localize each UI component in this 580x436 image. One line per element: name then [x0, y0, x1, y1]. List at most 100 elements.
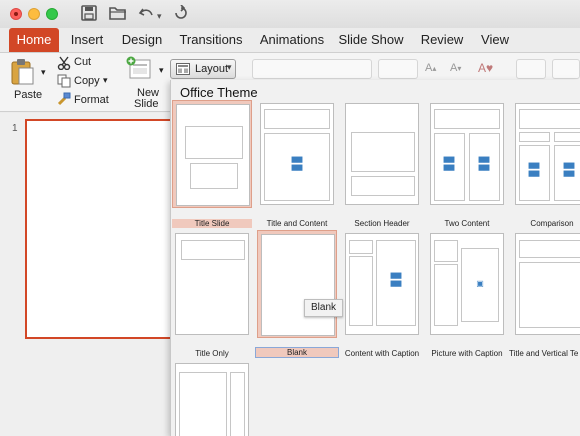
title-placeholder [181, 240, 245, 260]
layout-label-title-slide[interactable]: Title Slide [172, 219, 252, 228]
tab-transitions[interactable]: Transitions [176, 28, 246, 52]
layout-icon [176, 63, 190, 78]
layout-button[interactable]: Layout ▾ [170, 59, 236, 79]
content-insert-icon: ▆▆ ▆▆ [291, 156, 303, 171]
layout-label-comparison[interactable]: Comparison [512, 219, 580, 228]
layout-title-and-content[interactable]: ▆▆ ▆▆ [257, 100, 337, 208]
format-painter-icon[interactable] [57, 92, 71, 109]
copy-label[interactable]: Copy [74, 75, 100, 87]
font-size-box[interactable] [378, 59, 418, 79]
content-insert-icon: ▆▆ ▆▆ [443, 156, 455, 171]
layout-title-and-vertical-text[interactable] [512, 230, 580, 338]
decrease-font-icon[interactable]: A▾ [450, 62, 461, 74]
new-slide-icon[interactable] [126, 56, 152, 83]
numbering-button[interactable] [552, 59, 580, 79]
title-placeholder [185, 126, 243, 159]
layout-thumb [345, 103, 419, 205]
layout-label-content-with-caption[interactable]: Content with Caption [341, 349, 423, 358]
undo-dropdown-icon[interactable]: ▾ [157, 7, 162, 25]
title-placeholder [434, 109, 500, 129]
vertical-text-placeholder [519, 262, 580, 328]
tab-view[interactable]: View [478, 28, 512, 52]
paste-icon[interactable] [10, 57, 36, 88]
layout-picture-with-caption[interactable]: ▣ [427, 230, 507, 338]
layout-two-content[interactable]: ▆▆ ▆▆ ▆▆ ▆▆ [427, 100, 507, 208]
layout-label: Layout [195, 63, 229, 75]
title-placeholder [264, 109, 330, 129]
layout-thumb: ▆▆ ▆▆ ▆▆ ▆▆ [515, 103, 580, 205]
layout-label-title-only[interactable]: Title Only [172, 349, 252, 358]
text-placeholder [351, 176, 415, 196]
layout-label-section-header[interactable]: Section Header [342, 219, 422, 228]
tab-slide-show[interactable]: Slide Show [338, 28, 404, 52]
content-insert-icon: ▆▆ ▆▆ [563, 162, 575, 177]
layout-label-two-content[interactable]: Two Content [427, 219, 507, 228]
increase-font-icon[interactable]: A▴ [425, 62, 436, 74]
layout-vertical-title-and-text[interactable] [172, 360, 252, 436]
clear-formatting-icon[interactable]: A♥ [478, 61, 493, 75]
caption-placeholder [349, 256, 373, 326]
zoom-window-button[interactable] [46, 8, 58, 20]
title-placeholder [519, 109, 580, 129]
layout-content-with-caption[interactable]: ▆▆ ▆▆ [342, 230, 422, 338]
minimize-window-button[interactable] [28, 8, 40, 20]
title-placeholder [351, 132, 415, 172]
bullets-button[interactable] [516, 59, 546, 79]
picture-icon: ▣ [476, 279, 484, 288]
layout-thumb: ▆▆ ▆▆ ▆▆ ▆▆ [430, 103, 504, 205]
title-placeholder [349, 240, 373, 254]
gallery-title: Office Theme [180, 85, 258, 100]
layout-thumb: ▆▆ ▆▆ [260, 103, 334, 205]
font-name-box[interactable] [252, 59, 372, 79]
copy-dropdown-icon[interactable]: ▾ [103, 75, 108, 86]
layout-label-blank[interactable]: Blank [255, 347, 339, 358]
content-insert-icon: ▆▆ ▆▆ [478, 156, 490, 171]
layout-label-picture-with-caption[interactable]: Picture with Caption [424, 349, 510, 358]
layout-section-header[interactable] [342, 100, 422, 208]
scissors-icon[interactable] [57, 56, 71, 73]
tab-home[interactable]: Home [9, 28, 59, 52]
new-slide-dropdown-icon[interactable]: ▾ [159, 65, 164, 76]
open-folder-icon[interactable] [109, 5, 127, 26]
layout-title-slide[interactable] [172, 100, 252, 208]
redo-icon[interactable] [173, 4, 189, 26]
layout-comparison[interactable]: ▆▆ ▆▆ ▆▆ ▆▆ [512, 100, 580, 208]
vertical-title-placeholder [230, 372, 245, 436]
layout-thumb [175, 233, 249, 335]
paste-dropdown-icon[interactable]: ▾ [41, 67, 46, 78]
cut-label[interactable]: Cut [74, 56, 91, 68]
ribbon-tabs: Home Insert Design Transitions Animation… [0, 28, 580, 52]
tab-animations[interactable]: Animations [256, 28, 328, 52]
left-heading-placeholder [519, 132, 550, 142]
layout-thumb: ▆▆ ▆▆ [345, 233, 419, 335]
layout-gallery: Office Theme Title Slide ▆▆ ▆▆ Title and … [170, 80, 580, 436]
paste-label[interactable]: Paste [14, 89, 42, 101]
right-heading-placeholder [554, 132, 580, 142]
copy-icon[interactable] [57, 74, 71, 91]
undo-icon[interactable] [138, 5, 156, 26]
layout-dropdown-icon: ▾ [227, 62, 232, 72]
title-placeholder [434, 240, 458, 262]
layout-title-only[interactable] [172, 230, 252, 338]
slide-thumbnail[interactable] [25, 119, 175, 339]
layout-blank[interactable] [257, 230, 337, 338]
subtitle-placeholder [190, 163, 238, 189]
close-window-button[interactable] [10, 8, 22, 20]
tab-design[interactable]: Design [116, 28, 168, 52]
save-icon[interactable] [81, 5, 97, 26]
new-slide-label-2[interactable]: Slide [134, 98, 158, 110]
tab-insert[interactable]: Insert [64, 28, 110, 52]
caption-placeholder [434, 264, 458, 326]
slide-number: 1 [12, 123, 18, 134]
layout-label-title-and-content[interactable]: Title and Content [257, 219, 337, 228]
layout-thumb [176, 104, 250, 206]
format-label[interactable]: Format [74, 94, 109, 106]
title-placeholder [519, 240, 580, 258]
content-insert-icon: ▆▆ ▆▆ [528, 162, 540, 177]
tooltip: Blank [304, 299, 343, 317]
layout-thumb [515, 233, 580, 335]
content-insert-icon: ▆▆ ▆▆ [390, 272, 402, 287]
tab-review[interactable]: Review [418, 28, 466, 52]
layout-label-title-and-vertical-text[interactable]: Title and Vertical Te [509, 349, 580, 358]
layout-thumb [175, 363, 249, 436]
